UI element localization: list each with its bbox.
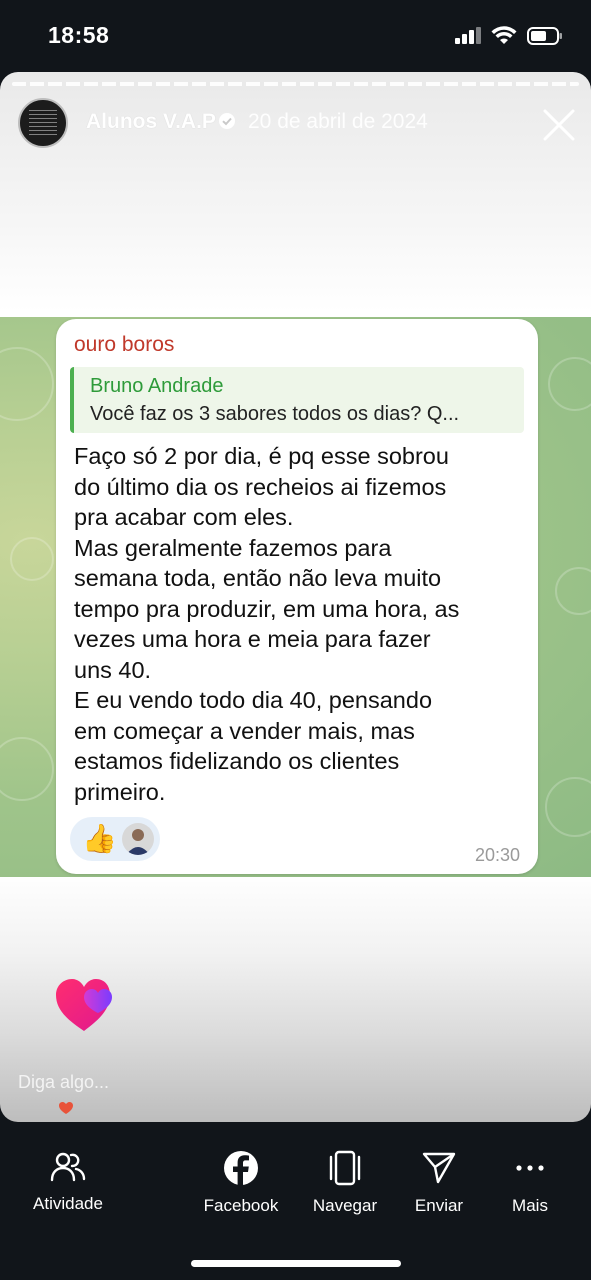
facebook-icon <box>224 1151 258 1186</box>
nav-send-label: Enviar <box>414 1196 464 1215</box>
nav-send[interactable]: Enviar <box>408 1150 470 1216</box>
people-icon <box>50 1152 86 1182</box>
status-time: 18:58 <box>48 22 110 48</box>
nav-facebook[interactable]: Facebook <box>200 1150 282 1216</box>
cellular-signal-icon <box>455 27 481 44</box>
message-time: 20:30 <box>474 845 520 865</box>
chat-screenshot: ouro boros Bruno Andrade Você faz os 3 s… <box>0 317 591 877</box>
story-date: 20 de abril de 2024 <box>248 110 428 133</box>
mini-heart-icon <box>59 1102 73 1114</box>
author-avatar[interactable] <box>18 98 68 148</box>
nav-more[interactable]: Mais <box>502 1150 558 1216</box>
nav-more-label: Mais <box>512 1196 548 1215</box>
reaction-user-avatar <box>122 823 154 855</box>
quoted-reply-name: Bruno Andrade <box>90 375 224 397</box>
home-indicator[interactable] <box>191 1260 401 1267</box>
send-icon <box>422 1152 456 1184</box>
quoted-reply-text: Você faz os 3 sabores todos os dias? Q..… <box>90 403 460 425</box>
message-sender: ouro boros <box>74 333 175 356</box>
thumbs-up-reaction: 👍 <box>82 823 117 854</box>
quoted-reply: Bruno Andrade Você faz os 3 sabores todo… <box>70 367 524 433</box>
nav-activity-label: Atividade <box>33 1194 103 1213</box>
close-icon[interactable] <box>540 106 578 144</box>
nav-browse[interactable]: Navegar <box>306 1150 384 1216</box>
story-progress-bar <box>12 82 579 86</box>
story-viewer[interactable]: Alunos V.A.P 20 de abril de 2024 ouro bo… <box>0 72 591 1122</box>
battery-icon <box>527 27 562 45</box>
browse-icon <box>329 1150 361 1186</box>
like-heart-icon[interactable] <box>54 977 118 1033</box>
message-text: Faço só 2 por dia, é pq esse sobrou do ú… <box>74 443 460 805</box>
wifi-icon <box>491 26 517 44</box>
nav-browse-label: Navegar <box>312 1196 378 1215</box>
nav-activity[interactable]: Atividade <box>28 1150 108 1214</box>
message-bubble: ouro boros Bruno Andrade Você faz os 3 s… <box>56 319 538 874</box>
verified-badge-icon <box>219 113 235 129</box>
reaction-pill: 👍 <box>70 817 160 861</box>
story-reply-input[interactable]: Diga algo... <box>18 1072 109 1093</box>
status-bar: 18:58 <box>0 0 591 72</box>
more-icon <box>516 1165 544 1171</box>
status-icons <box>455 26 563 46</box>
story-author-name[interactable]: Alunos V.A.P <box>86 110 216 134</box>
bottom-navigation: Atividade Facebook Navegar Enviar Mais <box>0 1122 591 1280</box>
nav-facebook-label: Facebook <box>203 1196 279 1215</box>
